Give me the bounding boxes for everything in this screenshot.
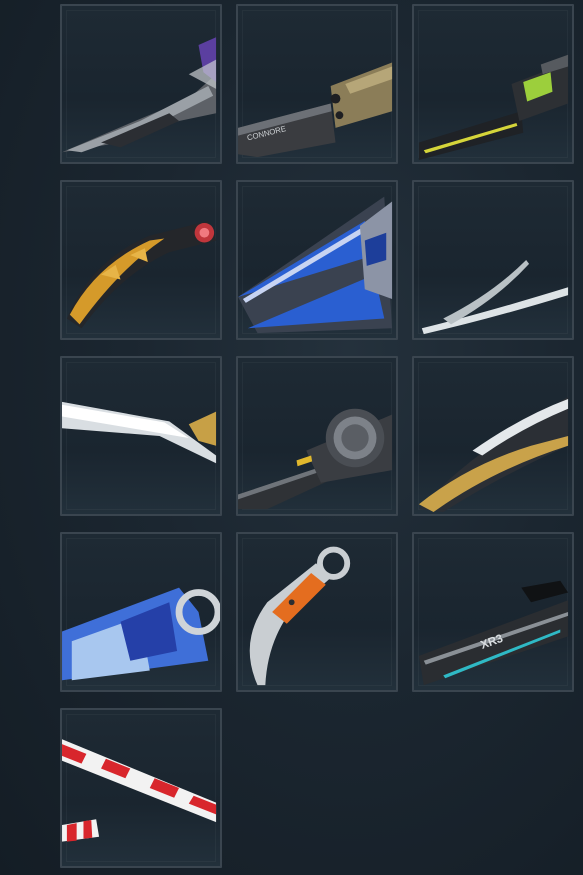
- skin-tile-6[interactable]: [412, 180, 574, 340]
- orange-karambit-icon: [249, 546, 351, 686]
- curved-claw-icon: [421, 260, 569, 335]
- skin-tile-10[interactable]: [60, 532, 222, 692]
- skin-tile-13[interactable]: [60, 708, 222, 868]
- reaver-knife-icon: [62, 37, 217, 153]
- skin-tile-12[interactable]: XR3: [412, 532, 574, 692]
- cyber-blade-icon: XR3: [418, 580, 569, 686]
- tech-blade-icon: [418, 54, 569, 161]
- combat-knife-icon: CONNORE: [238, 62, 393, 158]
- gold-edge-blade-icon: [418, 397, 569, 513]
- skin-tile-1[interactable]: [60, 4, 222, 164]
- comic-kunai-icon: [62, 587, 220, 681]
- skin-tile-8[interactable]: [236, 356, 398, 516]
- skin-tile-4[interactable]: [60, 180, 222, 340]
- silver-sword-icon: [62, 401, 217, 464]
- skin-tile-5[interactable]: [236, 180, 398, 340]
- karambit-gold-icon: [66, 221, 217, 329]
- skin-tile-7[interactable]: [60, 356, 222, 516]
- blue-crystal-blade-icon: [238, 196, 393, 334]
- skin-collection-grid: CONNORE XR3: [0, 0, 583, 875]
- skin-tile-3[interactable]: [412, 4, 574, 164]
- skin-tile-11[interactable]: [236, 532, 398, 692]
- ring-dagger-icon: [238, 408, 393, 510]
- skin-tile-2[interactable]: CONNORE: [236, 4, 398, 164]
- candy-cane-icon: [62, 739, 217, 842]
- skin-tile-9[interactable]: [412, 356, 574, 516]
